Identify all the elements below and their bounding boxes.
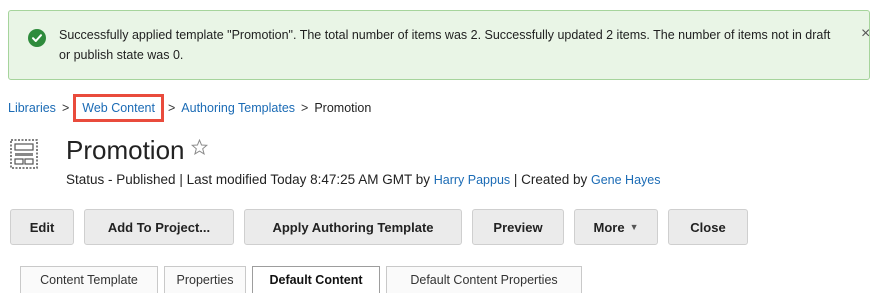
highlight-box: Web Content: [73, 94, 164, 122]
add-to-project-label: Add To Project...: [107, 219, 211, 235]
created-by-link[interactable]: Gene Hayes: [591, 173, 660, 187]
breadcrumb-separator: >: [167, 101, 176, 115]
breadcrumb-current: Promotion: [314, 101, 372, 115]
favorite-star-icon[interactable]: [190, 131, 208, 162]
breadcrumb-separator: >: [61, 101, 70, 115]
success-alert: Successfully applied template "Promotion…: [8, 10, 870, 80]
tab-properties[interactable]: Properties: [164, 266, 246, 293]
close-button[interactable]: Close: [668, 209, 748, 245]
close-icon[interactable]: ×: [861, 24, 870, 44]
breadcrumb-web-content[interactable]: Web Content: [82, 101, 155, 115]
chevron-down-icon: ▼: [629, 222, 639, 232]
apply-template-label: Apply Authoring Template: [272, 219, 434, 235]
more-dropdown-button[interactable]: More ▼: [574, 209, 658, 245]
modified-by-link[interactable]: Harry Pappus: [434, 173, 510, 187]
created-by-label: | Created by: [513, 172, 588, 187]
close-label: Close: [690, 219, 726, 235]
check-circle-icon: [28, 29, 46, 47]
preview-label: Preview: [493, 219, 543, 235]
edit-button[interactable]: Edit: [10, 209, 74, 245]
breadcrumb-authoring-templates[interactable]: Authoring Templates: [181, 101, 295, 115]
tab-default-content[interactable]: Default Content: [252, 266, 380, 293]
add-to-project-button[interactable]: Add To Project...: [84, 209, 234, 245]
page-title-row: Promotion: [66, 135, 208, 166]
template-document-icon: [10, 139, 38, 174]
edit-button-label: Edit: [29, 219, 55, 235]
tab-content-template[interactable]: Content Template: [20, 266, 158, 293]
status-line: Status - Published | Last modified Today…: [66, 172, 660, 187]
preview-button[interactable]: Preview: [472, 209, 564, 245]
status-text: Status - Published | Last modified Today…: [66, 172, 430, 187]
more-label: More: [593, 219, 625, 235]
breadcrumb: Libraries > Web Content > Authoring Temp…: [8, 94, 372, 122]
page-title: Promotion: [66, 135, 185, 165]
alert-message: Successfully applied template "Promotion…: [59, 28, 831, 62]
tab-default-content-properties[interactable]: Default Content Properties: [386, 266, 582, 293]
apply-authoring-template-button[interactable]: Apply Authoring Template: [244, 209, 462, 245]
breadcrumb-libraries[interactable]: Libraries: [8, 101, 56, 115]
breadcrumb-separator: >: [301, 101, 309, 115]
